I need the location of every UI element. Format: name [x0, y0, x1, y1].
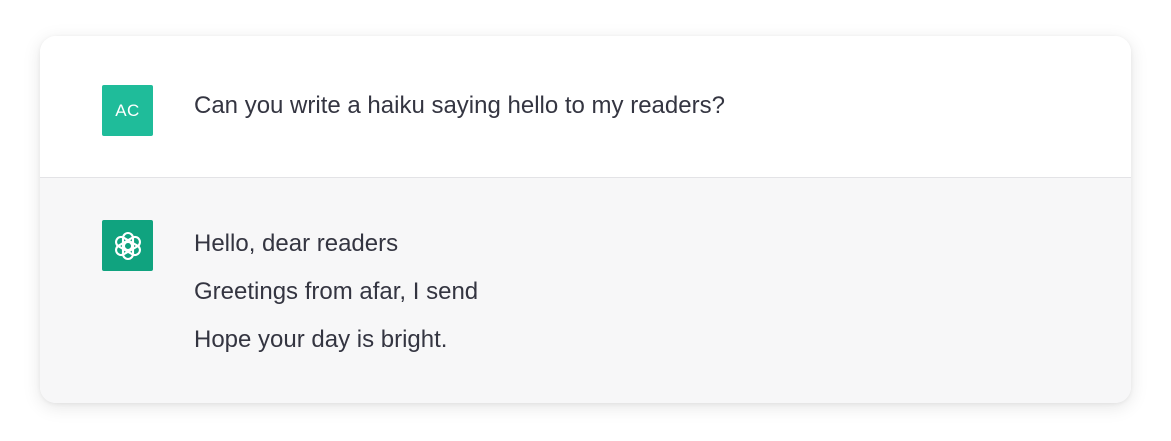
assistant-avatar [102, 220, 153, 271]
haiku-line-2: Greetings from afar, I send [194, 278, 479, 305]
assistant-message-text: Hello, dear readers Greetings from afar,… [194, 220, 478, 364]
openai-logo-icon [114, 231, 141, 260]
user-avatar: AC [102, 85, 153, 136]
haiku-line-1: Hello, dear readers [194, 230, 399, 257]
assistant-message-row: Hello, dear readers Greetings from afar,… [40, 178, 1131, 403]
user-avatar-initials: AC [115, 100, 140, 120]
user-message-row: AC Can you write a haiku saying hello to… [40, 36, 1131, 178]
user-message-text: Can you write a haiku saying hello to my… [194, 92, 725, 119]
haiku-line-3: Hope your day is bright. [194, 326, 448, 353]
chat-card: AC Can you write a haiku saying hello to… [40, 36, 1131, 403]
